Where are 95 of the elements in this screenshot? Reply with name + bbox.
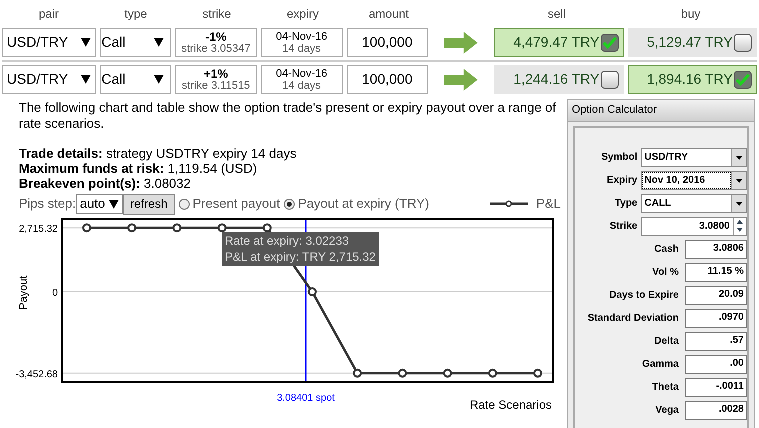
column-header: amount: [368, 6, 410, 23]
caret-icon: [154, 75, 164, 84]
value-field: -.0011: [685, 378, 747, 397]
field-label: Type: [614, 197, 639, 211]
value-field: .0028: [685, 401, 747, 420]
value-field: 11.15 %: [685, 263, 747, 282]
payout-radio[interactable]: Present payout: [178, 194, 280, 214]
field-label: Vega: [654, 404, 680, 418]
y-tick-label: 0: [52, 288, 58, 300]
amount-field[interactable]: 100,000: [346, 65, 428, 94]
data-point: [534, 368, 542, 378]
field-label: Gamma: [641, 358, 680, 372]
trade-detail: Breakeven point(s): 3.08032: [19, 176, 192, 191]
type-select[interactable]: Call: [100, 65, 172, 94]
checkbox[interactable]: [600, 34, 619, 52]
field-label: Theta: [651, 381, 680, 395]
column-header: sell: [546, 6, 567, 23]
caret-icon: [154, 38, 164, 47]
column-header: strike: [202, 6, 232, 23]
legend-label: P&L: [536, 195, 561, 214]
data-point: [172, 224, 182, 233]
field-label: Symbol: [600, 151, 639, 165]
strike-field[interactable]: +1% strike 3.11515: [175, 65, 257, 94]
column-header: buy: [680, 6, 702, 23]
data-point: [443, 368, 452, 378]
dropdown-button[interactable]: [731, 172, 746, 189]
column-header: expiry: [286, 6, 320, 23]
pips-label: Pips step:: [19, 195, 76, 214]
field-label: Standard Deviation: [586, 312, 680, 326]
quote-option[interactable]: 1,244.16 TRY: [494, 65, 624, 94]
amount-field[interactable]: 100,000: [346, 28, 428, 57]
checkbox[interactable]: [734, 70, 752, 88]
caret-icon: [80, 75, 91, 84]
value-field: 3.0806: [685, 240, 747, 259]
y-axis-title: Payout: [18, 276, 30, 310]
caret-icon: [736, 202, 742, 206]
caret-icon: [80, 38, 91, 47]
column-header: pair: [38, 6, 60, 23]
select-field[interactable]: USD/TRY: [640, 148, 747, 167]
spinner-field[interactable]: 3.0800: [640, 217, 747, 236]
dropdown-button[interactable]: [731, 149, 746, 166]
dropdown-button[interactable]: [731, 195, 746, 212]
expiry-field[interactable]: 04-Nov-16 14 days: [260, 65, 343, 94]
caret-icon: [736, 156, 742, 160]
refresh-button[interactable]: refresh: [123, 194, 175, 214]
value-field: .00: [685, 355, 747, 374]
y-tick-label: -3,452.68: [16, 369, 58, 380]
type-select[interactable]: Call: [100, 28, 172, 57]
field-label: Strike: [608, 220, 639, 234]
data-point: [262, 224, 272, 233]
caret-icon: [109, 200, 120, 208]
spot-label: 3.08401 spot: [277, 393, 335, 404]
quote-option[interactable]: 5,129.47 TRY: [628, 28, 757, 57]
quote-option[interactable]: 1,894.16 TRY: [628, 65, 757, 94]
panel-title: Option Calculator: [568, 100, 754, 122]
pair-select[interactable]: USD/TRY: [2, 28, 96, 57]
field-label: Vol %: [652, 266, 680, 280]
legend-line-icon: [490, 200, 528, 208]
data-point: [128, 224, 137, 233]
value-field: .0970: [685, 309, 747, 328]
y-tick-label: 2,715.32: [19, 224, 58, 236]
pips-select[interactable]: auto: [76, 194, 124, 214]
data-point: [398, 368, 408, 378]
checkmark-icon: [736, 74, 750, 86]
field-label: Cash: [654, 243, 680, 257]
value-field: .57: [685, 332, 747, 351]
arrow-icon: [444, 68, 478, 90]
field-label: Delta: [654, 335, 680, 349]
payout-radio[interactable]: Payout at expiry (TRY): [284, 194, 430, 214]
caret-icon: [736, 178, 742, 182]
select-field[interactable]: CALL: [640, 194, 747, 213]
pair-select[interactable]: USD/TRY: [2, 65, 96, 94]
description: The following chart and table show the option trade's present or expiry payout over a range of rate scenarios.: [19, 99, 558, 132]
tooltip: Rate at expiry: 3.02233 P&L at expiry: TRY 2,715.32: [222, 232, 379, 266]
field-label: Days to Expire: [608, 289, 680, 303]
data-point: [218, 224, 227, 233]
checkbox[interactable]: [734, 34, 752, 52]
data-point: [308, 288, 317, 297]
value-field: 20.09: [685, 286, 747, 305]
spin-buttons[interactable]: [733, 218, 746, 235]
field-label: Expiry: [606, 174, 639, 188]
data-point: [488, 368, 498, 378]
expiry-field[interactable]: 04-Nov-16 14 days: [260, 28, 343, 57]
checkmark-icon: [602, 36, 617, 48]
trade-detail: Trade details: strategy USDTRY expiry 14 days: [19, 146, 298, 161]
data-point: [353, 368, 362, 378]
arrow-icon: [444, 32, 478, 54]
strike-field[interactable]: -1% strike 3.05347: [175, 28, 257, 57]
quote-option[interactable]: 4,479.47 TRY: [494, 28, 624, 57]
column-header: type: [124, 6, 148, 23]
checkbox[interactable]: [600, 70, 619, 88]
trade-detail: Maximum funds at risk: 1,119.54 (USD): [19, 161, 258, 176]
select-field[interactable]: Nov 10, 2016: [640, 171, 747, 190]
data-point: [82, 224, 92, 233]
x-axis-title: Rate Scenarios: [470, 398, 552, 412]
